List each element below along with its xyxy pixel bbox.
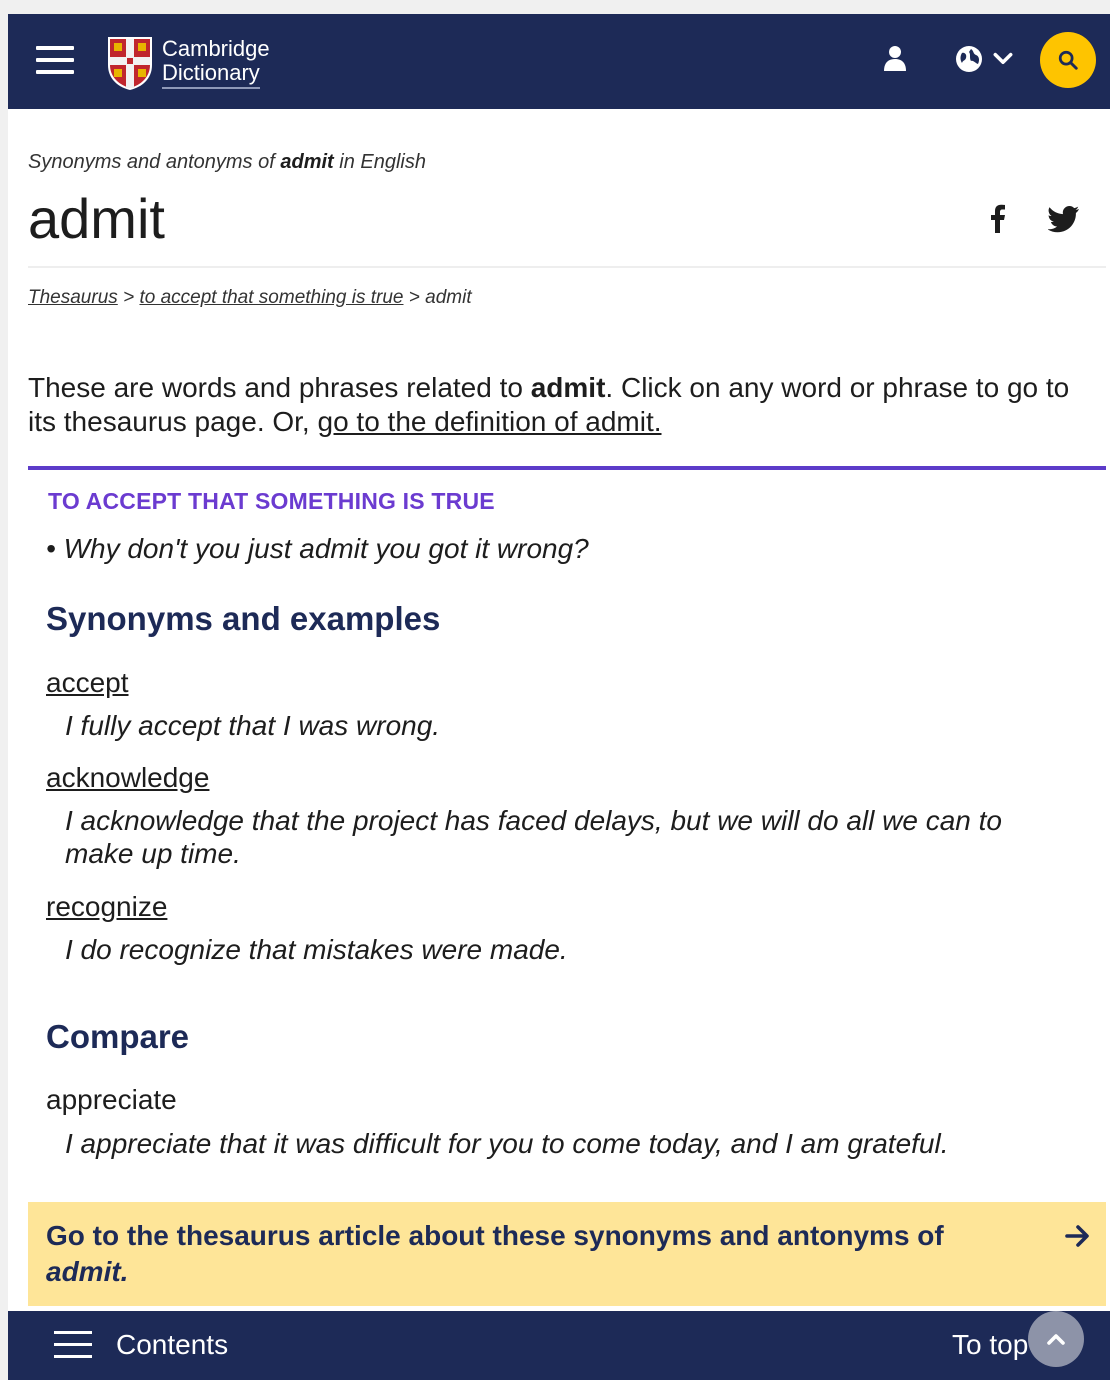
intro-part1: These are words and phrases related to	[28, 372, 531, 403]
chevron-down-icon	[993, 52, 1013, 65]
logo-text: Cambridge Dictionary	[162, 37, 270, 89]
breadcrumb-sense[interactable]: to accept that something is true	[139, 287, 403, 308]
crest-icon	[108, 37, 152, 90]
menu-icon[interactable]	[36, 46, 74, 74]
language-selector[interactable]	[954, 41, 1024, 77]
compare-word: appreciate	[46, 1084, 177, 1115]
sense-divider	[28, 466, 1106, 470]
synonym-example: I acknowledge that the project has faced…	[65, 805, 1002, 869]
cambridge-dictionary-logo[interactable]: Cambridge Dictionary	[106, 34, 270, 92]
breadcrumb: Thesaurus > to accept that something is …	[28, 287, 472, 309]
thesaurus-article-link[interactable]: Go to the thesaurus article about these …	[28, 1202, 1106, 1306]
logo-line2: Dictionary	[162, 61, 260, 89]
subhead-suffix: in English	[333, 151, 426, 173]
synonyms-heading: Synonyms and examples	[46, 600, 441, 637]
search-button[interactable]	[1040, 32, 1096, 88]
definition-link[interactable]: go to the definition of admit.	[318, 406, 662, 437]
arrow-right-icon	[1065, 1225, 1089, 1247]
cta-text-main: Go to the thesaurus article about these …	[46, 1220, 944, 1251]
divider	[28, 266, 1106, 268]
top-header: Cambridge Dictionary	[8, 14, 1110, 109]
to-top-button[interactable]: To top	[952, 1329, 1028, 1361]
breadcrumb-current: admit	[425, 287, 472, 308]
synonym-example: I do recognize that mistakes were made.	[65, 934, 568, 965]
facebook-icon[interactable]	[986, 203, 1010, 233]
breadcrumb-thesaurus[interactable]: Thesaurus	[28, 287, 118, 308]
page: Cambridge Dictionary Synonyms and antony…	[8, 14, 1110, 1380]
breadcrumb-separator: >	[408, 287, 420, 308]
sense-title: TO ACCEPT THAT SOMETHING IS TRUE	[48, 488, 495, 514]
subhead-word: admit	[280, 151, 334, 173]
compare-heading: Compare	[46, 1018, 190, 1055]
page-subheading: Synonyms and antonyms of admit in Englis…	[28, 151, 426, 174]
intro-word: admit	[530, 372, 606, 403]
breadcrumb-separator: >	[123, 287, 135, 308]
synonym-link-recognize[interactable]: recognize	[46, 891, 167, 923]
chevron-up-icon	[1047, 1334, 1065, 1345]
bottom-bar: Contents To top	[8, 1311, 1110, 1380]
globe-icon	[956, 46, 982, 72]
subhead-prefix: Synonyms and antonyms of	[28, 151, 281, 173]
page-title: admit	[28, 187, 165, 250]
contents-menu-icon[interactable]	[54, 1331, 92, 1359]
user-icon[interactable]	[880, 44, 910, 74]
contents-button[interactable]: Contents	[116, 1329, 228, 1361]
search-icon	[1058, 50, 1078, 70]
sense-example: • Why don't you just admit you got it wr…	[46, 533, 589, 564]
synonym-link-acknowledge[interactable]: acknowledge	[46, 762, 209, 794]
intro-text: These are words and phrases related to a…	[28, 371, 1098, 439]
twitter-icon[interactable]	[1047, 205, 1080, 233]
compare-example: I appreciate that it was difficult for y…	[65, 1128, 949, 1159]
logo-line1: Cambridge	[162, 36, 270, 61]
synonym-example: I fully accept that I was wrong.	[65, 710, 441, 741]
cta-word: admit.	[46, 1256, 129, 1287]
to-top-circle[interactable]	[1028, 1311, 1084, 1367]
cta-text: Go to the thesaurus article about these …	[46, 1218, 1006, 1290]
synonym-link-accept[interactable]: accept	[46, 667, 129, 699]
